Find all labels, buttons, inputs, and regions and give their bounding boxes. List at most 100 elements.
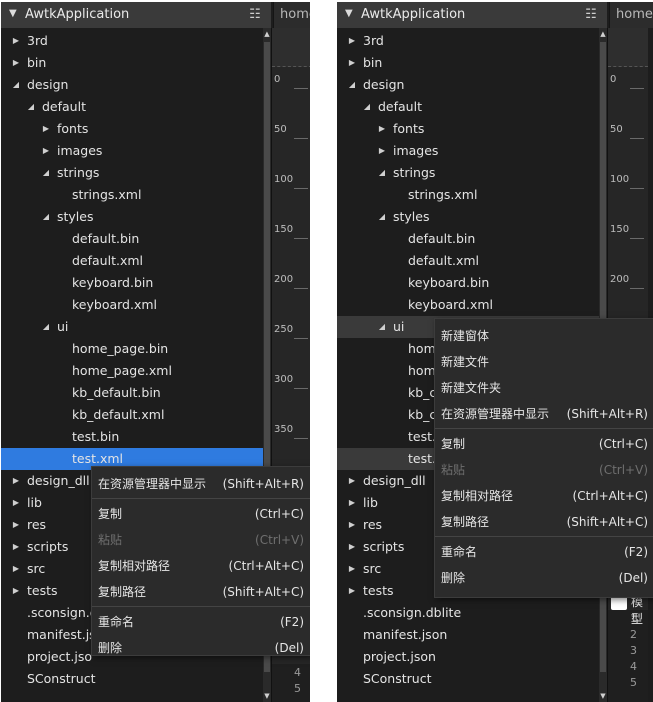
collapsed-arrow-icon[interactable]: ▶: [347, 514, 357, 536]
explorer-header[interactable]: ▼ AwtkApplication ☷: [337, 2, 607, 28]
tree-file-item[interactable]: keyboard.bin: [337, 272, 599, 294]
tree-file-item[interactable]: SConstruct: [337, 668, 599, 690]
collapsed-arrow-icon[interactable]: ▶: [11, 30, 21, 52]
tree-file-item[interactable]: default.xml: [337, 250, 599, 272]
menu-item[interactable]: 新建文件夹: [435, 375, 653, 401]
tree-folder-item[interactable]: ◢ strings: [337, 162, 599, 184]
menu-item[interactable]: 删除 (Del): [92, 635, 310, 661]
tree-file-item[interactable]: test.bin: [1, 426, 263, 448]
tree-folder-item[interactable]: ▶ images: [1, 140, 263, 162]
menu-item[interactable]: 复制 (Ctrl+C): [92, 501, 310, 527]
menu-item[interactable]: 复制相对路径 (Ctrl+Alt+C): [92, 553, 310, 579]
scroll-down-icon[interactable]: ▼: [599, 690, 607, 702]
menu-item-label: 新建文件: [441, 355, 490, 369]
tree-folder-item[interactable]: ◢ strings: [1, 162, 263, 184]
menu-item-shortcut: (Shift+Alt+R): [222, 477, 304, 491]
collapsed-arrow-icon[interactable]: ▶: [11, 470, 21, 492]
tree-folder-item[interactable]: ◢ styles: [337, 206, 599, 228]
collapsed-arrow-icon[interactable]: ▶: [11, 580, 21, 602]
menu-item[interactable]: 复制 (Ctrl+C): [435, 431, 653, 457]
tree-folder-item[interactable]: ◢ design: [337, 74, 599, 96]
expanded-arrow-icon[interactable]: ◢: [41, 206, 51, 228]
tree-folder-item[interactable]: ▶ 3rd: [1, 30, 263, 52]
expanded-arrow-icon[interactable]: ◢: [26, 96, 36, 118]
tree-folder-item[interactable]: ▶ fonts: [1, 118, 263, 140]
ruler-tick-line: [294, 138, 308, 139]
collapsed-arrow-icon[interactable]: ▶: [347, 536, 357, 558]
scroll-down-icon[interactable]: ▼: [263, 690, 271, 702]
collapse-caret-icon[interactable]: ▼: [345, 8, 353, 19]
tree-file-item[interactable]: manifest.json: [337, 624, 599, 646]
tree-folder-item[interactable]: ◢ default: [337, 96, 599, 118]
tree-file-item[interactable]: home_page.xml: [1, 360, 263, 382]
menu-item[interactable]: 新建窗体: [435, 323, 653, 349]
expanded-arrow-icon[interactable]: ◢: [11, 74, 21, 96]
collapse-caret-icon[interactable]: ▼: [9, 8, 17, 19]
expanded-arrow-icon[interactable]: ◢: [377, 206, 387, 228]
expanded-arrow-icon[interactable]: ◢: [377, 316, 387, 338]
collapsed-arrow-icon[interactable]: ▶: [41, 118, 51, 140]
tab-home[interactable]: home: [273, 2, 310, 28]
tree-item-label: keyboard.xml: [408, 297, 493, 312]
expanded-arrow-icon[interactable]: ◢: [41, 162, 51, 184]
list-view-icon[interactable]: ☷: [247, 7, 263, 23]
scroll-up-icon[interactable]: ▲: [599, 28, 607, 40]
tree-folder-item[interactable]: ▶ fonts: [337, 118, 599, 140]
collapsed-arrow-icon[interactable]: ▶: [347, 52, 357, 74]
tree-folder-item[interactable]: ▶ bin: [337, 52, 599, 74]
collapsed-arrow-icon[interactable]: ▶: [347, 580, 357, 602]
tree-file-item[interactable]: default.bin: [337, 228, 599, 250]
menu-item[interactable]: 复制路径 (Shift+Alt+C): [92, 579, 310, 605]
tree-file-item[interactable]: strings.xml: [1, 184, 263, 206]
list-view-icon[interactable]: ☷: [583, 7, 599, 23]
collapsed-arrow-icon[interactable]: ▶: [347, 30, 357, 52]
collapsed-arrow-icon[interactable]: ▶: [347, 558, 357, 580]
tree-file-item[interactable]: home_page.bin: [1, 338, 263, 360]
collapsed-arrow-icon[interactable]: ▶: [11, 514, 21, 536]
menu-item-shortcut: (Ctrl+Alt+C): [572, 489, 648, 503]
tree-file-item[interactable]: strings.xml: [337, 184, 599, 206]
tree-file-item[interactable]: default.bin: [1, 228, 263, 250]
collapsed-arrow-icon[interactable]: ▶: [41, 140, 51, 162]
tree-file-item[interactable]: kb_default.bin: [1, 382, 263, 404]
tree-file-item[interactable]: keyboard.bin: [1, 272, 263, 294]
menu-item[interactable]: 新建文件: [435, 349, 653, 375]
menu-item[interactable]: 在资源管理器中显示 (Shift+Alt+R): [92, 471, 310, 497]
tree-file-item[interactable]: keyboard.xml: [1, 294, 263, 316]
collapsed-arrow-icon[interactable]: ▶: [377, 140, 387, 162]
tree-folder-item[interactable]: ◢ styles: [1, 206, 263, 228]
menu-item[interactable]: 删除 (Del): [435, 565, 653, 591]
tree-folder-item[interactable]: ▶ 3rd: [337, 30, 599, 52]
menu-item[interactable]: 在资源管理器中显示 (Shift+Alt+R): [435, 401, 653, 427]
tree-file-item[interactable]: SConstruct: [1, 668, 263, 690]
menu-item[interactable]: 复制相对路径 (Ctrl+Alt+C): [435, 483, 653, 509]
collapsed-arrow-icon[interactable]: ▶: [377, 118, 387, 140]
menu-item[interactable]: 重命名 (F2): [92, 609, 310, 635]
tree-folder-item[interactable]: ▶ bin: [1, 52, 263, 74]
tree-folder-item[interactable]: ◢ design: [1, 74, 263, 96]
menu-item-shortcut: (Shift+Alt+R): [566, 407, 648, 421]
expanded-arrow-icon[interactable]: ◢: [347, 74, 357, 96]
tree-folder-item[interactable]: ▶ images: [337, 140, 599, 162]
collapsed-arrow-icon[interactable]: ▶: [347, 470, 357, 492]
explorer-header[interactable]: ▼ AwtkApplication ☷: [1, 2, 271, 28]
tree-folder-item[interactable]: ◢ default: [1, 96, 263, 118]
tree-file-item[interactable]: default.xml: [1, 250, 263, 272]
menu-item[interactable]: 重命名 (F2): [435, 539, 653, 565]
collapsed-arrow-icon[interactable]: ▶: [11, 536, 21, 558]
tree-file-item[interactable]: project.json: [337, 646, 599, 668]
collapsed-arrow-icon[interactable]: ▶: [11, 492, 21, 514]
tree-file-item[interactable]: keyboard.xml: [337, 294, 599, 316]
menu-item[interactable]: 复制路径 (Shift+Alt+C): [435, 509, 653, 535]
tree-file-item[interactable]: .sconsign.dblite: [337, 602, 599, 624]
scroll-up-icon[interactable]: ▲: [263, 28, 271, 40]
expanded-arrow-icon[interactable]: ◢: [362, 96, 372, 118]
tab-home[interactable]: home: [609, 2, 653, 28]
collapsed-arrow-icon[interactable]: ▶: [11, 52, 21, 74]
tree-folder-item[interactable]: ◢ ui: [1, 316, 263, 338]
expanded-arrow-icon[interactable]: ◢: [377, 162, 387, 184]
collapsed-arrow-icon[interactable]: ▶: [347, 492, 357, 514]
tree-file-item[interactable]: kb_default.xml: [1, 404, 263, 426]
collapsed-arrow-icon[interactable]: ▶: [11, 558, 21, 580]
expanded-arrow-icon[interactable]: ◢: [41, 316, 51, 338]
